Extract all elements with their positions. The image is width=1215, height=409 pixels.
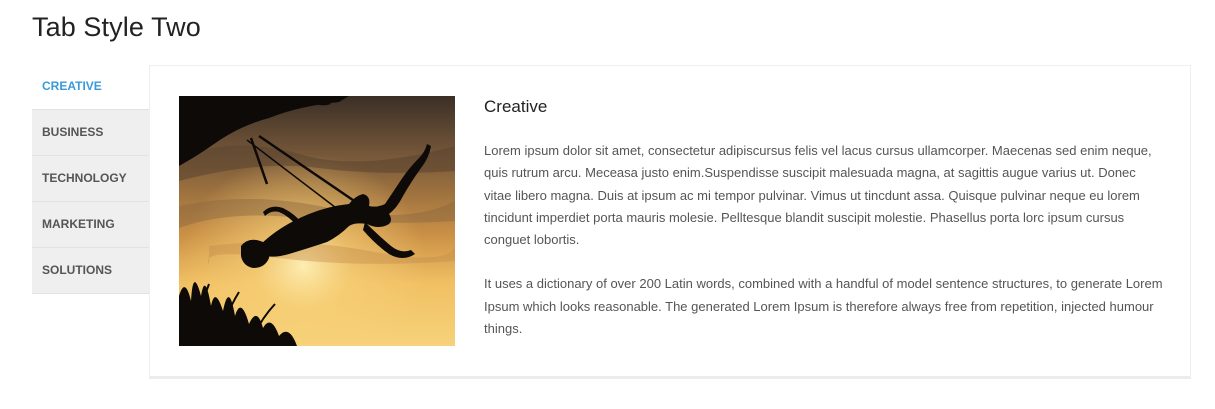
page-title: Tab Style Two (32, 12, 201, 42)
content-paragraph: Lorem ipsum dolor sit amet, consectetur … (484, 143, 1152, 248)
tab-technology[interactable]: TECHNOLOGY (32, 156, 149, 202)
tab-business[interactable]: BUSINESS (32, 110, 149, 156)
tab-solutions[interactable]: SOLUTIONS (32, 248, 149, 294)
swing-silhouette-image (179, 96, 455, 346)
tab-content-text: Creative Lorem ipsum dolor sit amet, con… (484, 96, 1164, 362)
tab-list: CREATIVE BUSINESS TECHNOLOGY MARKETING S… (32, 64, 149, 294)
content-title: Creative (484, 97, 548, 116)
tab-content-panel: Creative Lorem ipsum dolor sit amet, con… (149, 65, 1191, 379)
tab-creative[interactable]: CREATIVE (32, 64, 149, 110)
content-paragraph: It uses a dictionary of over 200 Latin w… (484, 276, 1163, 337)
tab-marketing[interactable]: MARKETING (32, 202, 149, 248)
